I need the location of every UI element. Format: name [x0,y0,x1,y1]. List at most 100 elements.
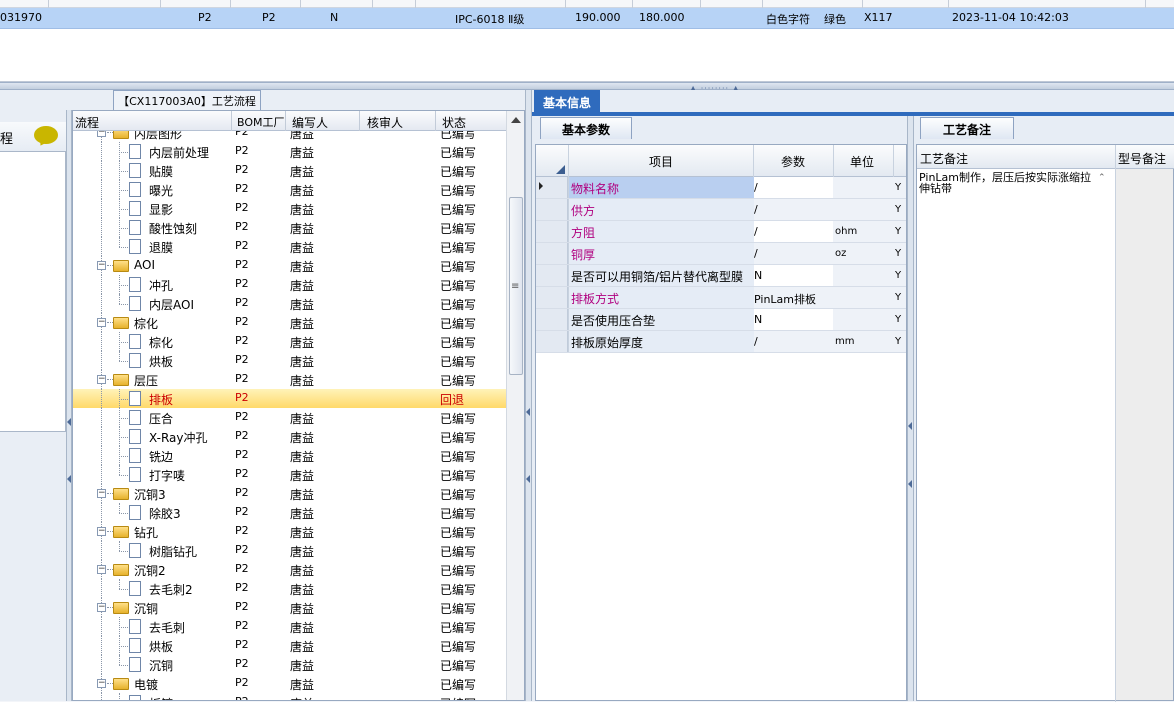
tree-step-row[interactable]: 显影 P2 唐益 已编写 [73,199,506,218]
row-indicator[interactable] [536,243,568,264]
param-value-input[interactable]: / [754,181,758,194]
param-value-input[interactable]: / [754,247,758,260]
comment-bubble-icon[interactable] [34,126,58,144]
param-row[interactable]: 排板方式 PinLam排板 Y [536,287,906,309]
tree-step-row[interactable]: 酸性蚀刻 P2 唐益 已编写 [73,218,506,237]
tree-item-bom: P2 [235,372,249,385]
tree-folder-row[interactable]: − 棕化 P2 唐益 已编写 [73,313,506,332]
param-row[interactable]: 铜厚 / oz Y [536,243,906,265]
tree-step-row[interactable]: 树脂钻孔 P2 唐益 已编写 [73,541,506,560]
tree-step-row[interactable]: 除胶3 P2 唐益 已编写 [73,503,506,522]
tree-step-row[interactable]: 冲孔 P2 唐益 已编写 [73,275,506,294]
tree-step-row[interactable]: 去毛刺2 P2 唐益 已编写 [73,579,506,598]
document-icon [129,277,141,292]
tree-step-row[interactable]: 烘板 P2 唐益 已编写 [73,636,506,655]
col-reviewer[interactable]: 核审人 [367,114,403,131]
tree-step-row[interactable]: 压合 P2 唐益 已编写 [73,408,506,427]
tree-folder-row[interactable]: − 沉铜2 P2 唐益 已编写 [73,560,506,579]
collapse-toggle-icon[interactable]: − [97,527,106,536]
row-indicator[interactable] [536,265,568,286]
tab-basic-info[interactable]: 基本信息 [534,90,600,114]
collapse-toggle-icon[interactable]: − [97,318,106,327]
row-indicator[interactable] [536,177,568,198]
row-indicator[interactable] [536,199,568,220]
tree-step-row[interactable]: 烘板 P2 唐益 已编写 [73,351,506,370]
col-flow[interactable]: 流程 [75,114,99,131]
col-unit[interactable]: 单位 [850,153,874,170]
collapse-toggle-icon[interactable]: − [97,489,106,498]
col-status[interactable]: 状态 [442,114,466,131]
tree-step-row[interactable]: 贴膜 P2 唐益 已编写 [73,161,506,180]
param-row[interactable]: 排板原始厚度 / mm Y [536,331,906,353]
tab-process-notes[interactable]: 工艺备注 [920,117,1014,139]
tree-item-bom: P2 [235,448,249,461]
tree-step-row[interactable]: 内层AOI P2 唐益 已编写 [73,294,506,313]
tab-process-flow[interactable]: 【CX117003A0】工艺流程 [113,90,261,110]
tree-folder-row[interactable]: − 电镀 P2 唐益 已编写 [73,674,506,693]
model-note-cell[interactable] [1116,169,1173,700]
tree-folder-row[interactable]: − 层压 P2 唐益 已编写 [73,370,506,389]
col-process-note[interactable]: 工艺备注 [920,150,968,167]
order-grid-row[interactable]: 031970 P2 P2 N IPC-6018 Ⅱ级 190.000 180.0… [0,8,1174,29]
document-icon [129,239,141,254]
param-row[interactable]: 是否可以用铜箔/铝片替代离型膜 N Y [536,265,906,287]
note-scroll-up-icon[interactable]: ⌃ [1098,173,1106,183]
tree-step-row[interactable]: 退膜 P2 唐益 已编写 [73,237,506,256]
collapse-toggle-icon[interactable]: − [97,565,106,574]
param-value-input[interactable]: / [754,225,758,238]
collapse-toggle-icon[interactable]: − [97,603,106,612]
row-indicator[interactable] [536,309,568,330]
tree-step-row[interactable]: 板镀 P2 唐益 已编写 [73,693,506,700]
collapse-toggle-icon[interactable]: − [97,131,106,137]
tree-step-row[interactable]: X-Ray冲孔 P2 唐益 已编写 [73,427,506,446]
process-note-text[interactable]: PinLam制作，层压后按实际涨缩拉伸钻带 [919,172,1095,194]
tree-step-row[interactable]: 棕化 P2 唐益 已编写 [73,332,506,351]
param-value-input[interactable]: PinLam排板 [754,291,816,307]
order-soldermask: 绿色 [824,13,846,26]
row-indicator[interactable] [536,287,568,308]
tree-folder-row[interactable]: − 沉铜3 P2 唐益 已编写 [73,484,506,503]
col-writer[interactable]: 编写人 [292,114,328,131]
tree-step-row[interactable]: 排板 P2 回退 [73,389,506,408]
col-bom[interactable]: BOM工厂 [237,114,285,130]
param-row[interactable]: 方阻 / ohm Y [536,221,906,243]
horizontal-splitter[interactable]: ▲ ········ ▲ [0,82,1174,93]
tab-basic-params[interactable]: 基本参数 [540,117,632,139]
collapse-toggle-icon[interactable]: − [97,261,106,270]
collapse-toggle-icon[interactable]: − [97,375,106,384]
tree-item-status: 已编写 [440,203,477,217]
param-row[interactable]: 物料名称 / Y [536,177,906,199]
tree-step-row[interactable]: 沉铜 P2 唐益 已编写 [73,655,506,674]
param-value-input[interactable]: N [754,313,762,326]
tree-step-row[interactable]: 铣边 P2 唐益 已编写 [73,446,506,465]
param-row[interactable]: 是否使用压合垫 N Y [536,309,906,331]
tree-item-writer: 唐益 [290,131,315,141]
row-indicator[interactable] [536,331,568,352]
document-icon [129,657,141,672]
col-model-note[interactable]: 型号备注 [1118,150,1166,167]
param-flag: Y [895,314,902,325]
scroll-up-icon[interactable] [511,117,521,123]
param-value-input[interactable]: N [754,269,762,282]
param-value-input[interactable]: / [754,335,758,348]
tree-item-writer: 唐益 [290,450,315,464]
tree-folder-row[interactable]: − 钻孔 P2 唐益 已编写 [73,522,506,541]
vertical-splitter-middle[interactable] [525,90,532,701]
tree-item-status: 已编写 [440,450,477,464]
param-row[interactable]: 供方 / Y [536,199,906,221]
collapse-toggle-icon[interactable]: − [97,679,106,688]
tree-step-row[interactable]: 打字唛 P2 唐益 已编写 [73,465,506,484]
tree-step-row[interactable]: 曝光 P2 唐益 已编写 [73,180,506,199]
tree-item-bom: P2 [235,315,249,328]
col-param[interactable]: 参数 [781,153,805,170]
tree-step-row[interactable]: 内层前处理 P2 唐益 已编写 [73,142,506,161]
tree-step-row[interactable]: 去毛刺 P2 唐益 已编写 [73,617,506,636]
tree-scrollbar[interactable]: ≡ [506,111,524,700]
row-indicator[interactable] [536,221,568,242]
col-item[interactable]: 项目 [649,153,673,170]
tree-folder-row[interactable]: − AOI P2 唐益 已编写 [73,256,506,275]
tree-folder-row[interactable]: − 沉铜 P2 唐益 已编写 [73,598,506,617]
tree-folder-row[interactable]: − 内层图形 P2 唐益 已编写 [73,131,506,142]
param-value-input[interactable]: / [754,203,758,216]
vertical-splitter-right[interactable] [907,116,914,701]
